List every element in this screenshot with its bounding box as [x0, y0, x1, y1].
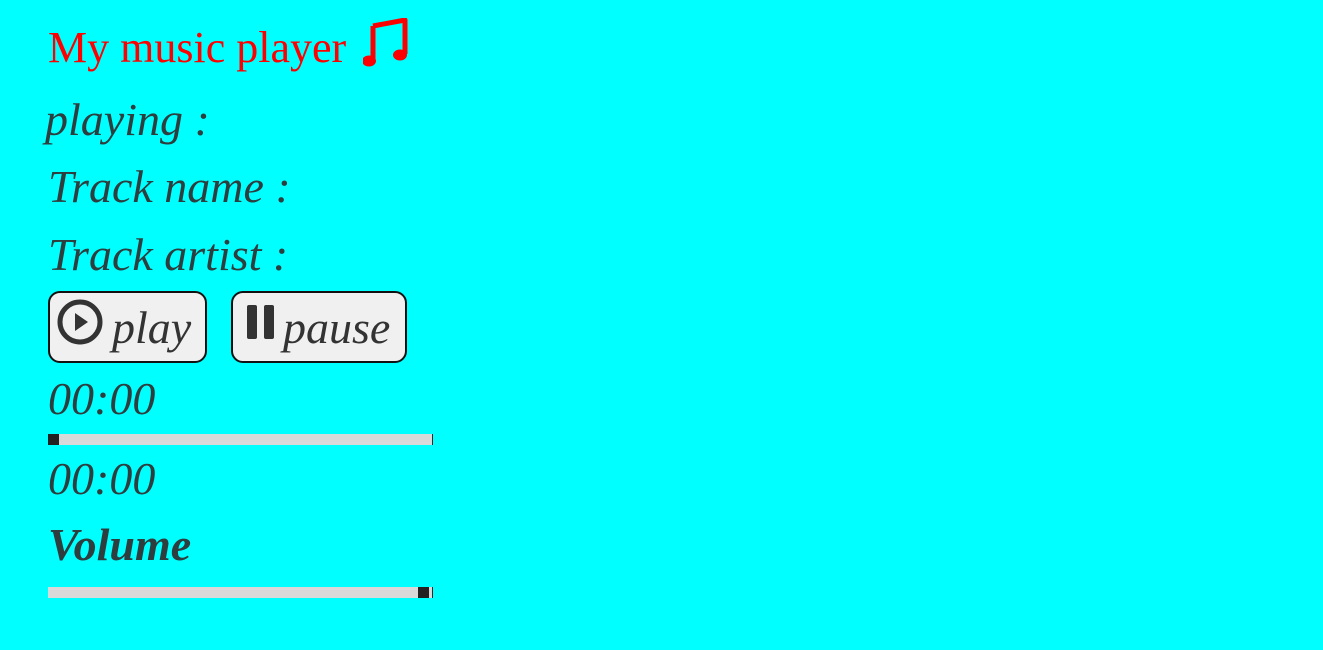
volume-slider-end	[432, 587, 433, 598]
volume-label: Volume	[48, 519, 192, 570]
title-text: My music player	[48, 23, 347, 72]
playing-label: playing :	[45, 94, 210, 145]
seek-slider-end	[432, 434, 433, 445]
play-circle-icon	[56, 298, 104, 357]
page-title: My music player	[48, 17, 409, 80]
pause-label: pause	[283, 301, 391, 353]
play-button[interactable]: play	[48, 291, 207, 363]
volume-slider[interactable]	[48, 587, 433, 598]
play-label: play	[112, 301, 192, 353]
total-duration: 00:00	[48, 453, 156, 504]
seek-slider-thumb[interactable]	[48, 434, 59, 445]
pause-button[interactable]: pause	[231, 291, 407, 363]
track-name-label: Track name :	[48, 161, 291, 212]
pause-icon	[245, 301, 277, 354]
track-artist-label: Track artist :	[48, 229, 289, 280]
volume-slider-thumb[interactable]	[418, 587, 429, 598]
current-time: 00:00	[48, 373, 156, 424]
seek-slider[interactable]	[48, 434, 433, 445]
music-note-icon	[362, 17, 409, 80]
